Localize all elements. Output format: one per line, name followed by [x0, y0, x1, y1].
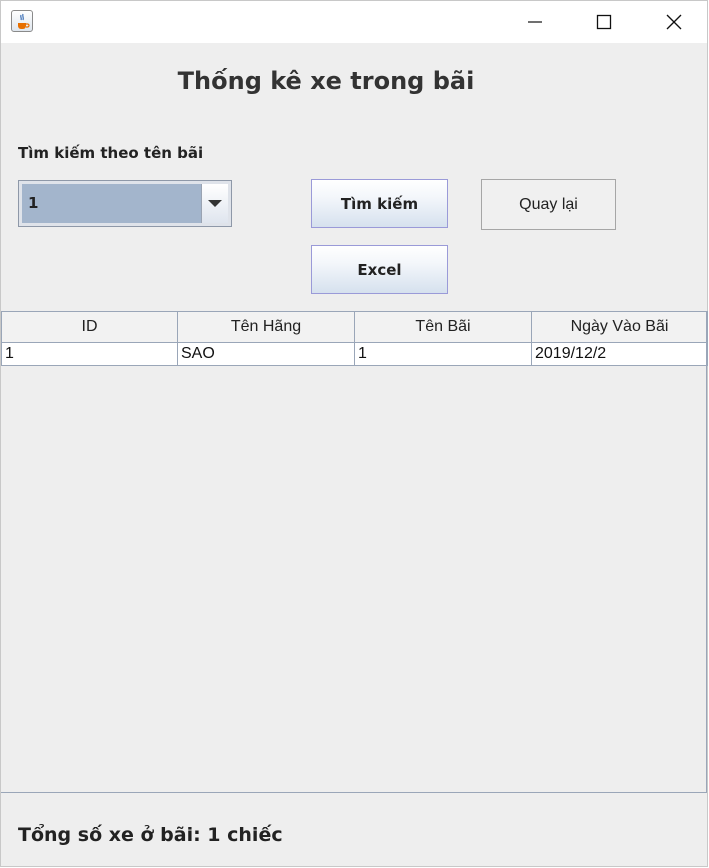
app-window: Thống kê xe trong bãi Tìm kiếm theo tên … [0, 0, 708, 867]
search-label: Tìm kiếm theo tên bãi [18, 144, 204, 162]
table-scroll-area [1, 311, 707, 793]
table-header-row: ID Tên Hãng Tên Bãi Ngày Vào Bãi [1, 311, 708, 343]
column-header-lot[interactable]: Tên Bãi [354, 311, 532, 343]
column-header-entry-date[interactable]: Ngày Vào Bãi [531, 311, 708, 343]
minimize-icon [528, 21, 542, 23]
close-icon [666, 14, 682, 30]
page-title: Thống kê xe trong bãi [177, 67, 475, 95]
column-header-brand[interactable]: Tên Hãng [177, 311, 355, 343]
table-row[interactable]: 1 SAO 1 2019/12/2 [1, 342, 708, 366]
excel-button[interactable]: Excel [311, 245, 448, 294]
minimize-button[interactable] [500, 1, 570, 43]
chevron-down-icon[interactable] [201, 184, 228, 223]
table-cell[interactable]: 1 [1, 342, 178, 366]
total-count-label: Tổng số xe ở bãi: 1 chiếc [18, 824, 283, 846]
table-cell[interactable]: 1 [354, 342, 532, 366]
maximize-button[interactable] [569, 1, 639, 43]
parking-lot-select-value: 1 [22, 184, 202, 223]
parking-lot-select[interactable]: 1 [18, 180, 232, 227]
table-cell[interactable]: SAO [177, 342, 355, 366]
vehicle-table: ID Tên Hãng Tên Bãi Ngày Vào Bãi 1 SAO 1… [1, 311, 708, 366]
table-cell[interactable]: 2019/12/2 [531, 342, 708, 366]
title-bar [1, 1, 707, 43]
maximize-icon [596, 14, 612, 30]
java-icon[interactable] [11, 10, 33, 32]
close-button[interactable] [639, 1, 709, 43]
column-header-id[interactable]: ID [1, 311, 178, 343]
back-button[interactable]: Quay lại [481, 179, 616, 230]
search-button[interactable]: Tìm kiếm [311, 179, 448, 228]
